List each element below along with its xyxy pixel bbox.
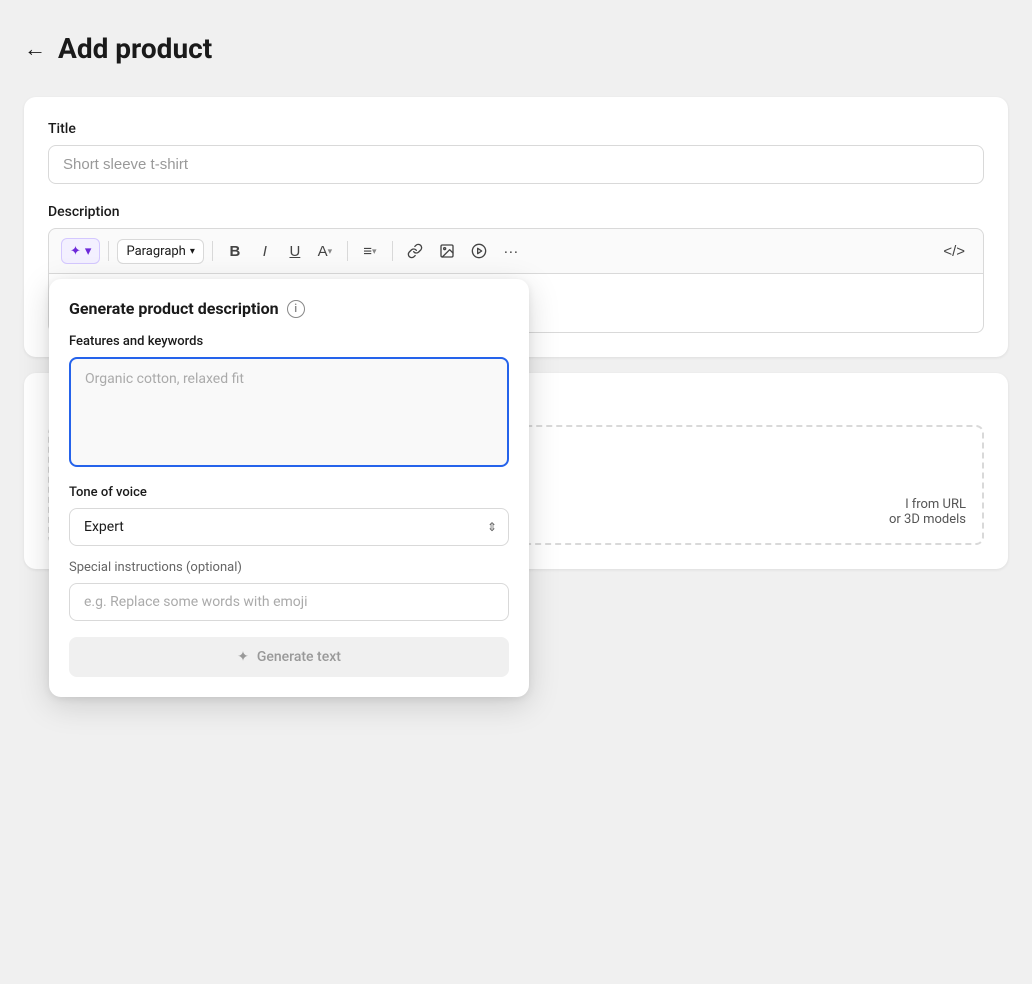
generate-sparkle-icon: ✦ [237,649,249,665]
description-field-group: Description ✦ ▾ Paragraph ▾ B I U A [48,204,984,333]
formatting-group: B I U A ▾ [221,237,339,265]
ai-chevron-icon: ▾ [85,243,92,259]
toolbar-divider-1 [108,241,109,261]
paragraph-label: Paragraph [126,244,185,259]
underline-button[interactable]: U [281,237,309,265]
align-chevron-icon: ▾ [372,246,377,257]
tone-label: Tone of voice [69,485,509,500]
toolbar-divider-4 [392,241,393,261]
features-textarea[interactable] [69,357,509,467]
link-button[interactable] [401,237,429,265]
media-url-text: l from URL [889,497,966,512]
tone-select[interactable]: Expert Friendly Professional Casual Info… [69,508,509,546]
title-field-group: Title [48,121,984,184]
italic-button[interactable]: I [251,237,279,265]
special-instructions-group: Special instructions (optional) [69,560,509,621]
link-icon [407,243,423,259]
media-3d-text: or 3D models [889,512,966,527]
play-icon [471,243,487,259]
features-field-group: Features and keywords [69,334,509,471]
image-icon [439,243,455,259]
ai-sparkle-icon: ✦ [70,243,81,259]
generate-button-label: Generate text [257,649,341,665]
page-header: ← Add product [24,24,1008,73]
info-icon[interactable]: i [287,300,305,318]
font-color-chevron-icon: ▾ [328,246,333,257]
editor-toolbar: ✦ ▾ Paragraph ▾ B I U A ▾ [48,228,984,273]
tone-select-wrapper: Expert Friendly Professional Casual Info… [69,508,509,546]
special-optional-text: (optional) [186,560,242,575]
more-options-button[interactable]: ··· [497,237,525,265]
ai-toolbar-button[interactable]: ✦ ▾ [61,238,100,264]
page-title: Add product [58,32,212,65]
font-color-button[interactable]: A ▾ [311,237,339,265]
bold-button[interactable]: B [221,237,249,265]
back-button[interactable]: ← [24,36,46,62]
toolbar-divider-2 [212,241,213,261]
title-input[interactable] [48,145,984,184]
toolbar-divider-3 [347,241,348,261]
special-instructions-input[interactable] [69,583,509,621]
font-color-label: A [318,243,328,260]
toolbar-right-group: </> [937,237,971,265]
special-label: Special instructions (optional) [69,560,509,575]
ai-generate-popup: Generate product description i Features … [49,279,529,697]
tone-field-group: Tone of voice Expert Friendly Profession… [69,485,509,546]
code-button[interactable]: </> [937,237,971,265]
features-label: Features and keywords [69,334,509,349]
paragraph-style-select[interactable]: Paragraph ▾ [117,239,203,264]
ai-popup-title-text: Generate product description [69,299,279,318]
image-button[interactable] [433,237,461,265]
ai-popup-title: Generate product description i [69,299,509,318]
video-button[interactable] [465,237,493,265]
align-icon: ≡ [363,243,372,260]
paragraph-chevron-icon: ▾ [190,246,195,257]
description-label: Description [48,204,984,220]
generate-text-button[interactable]: ✦ Generate text [69,637,509,677]
product-form-card: Title Description ✦ ▾ Paragraph ▾ B I U [24,97,1008,357]
title-label: Title [48,121,984,137]
media-dropzone-text: l from URL or 3D models [889,497,966,527]
align-button[interactable]: ≡ ▾ [356,237,384,265]
